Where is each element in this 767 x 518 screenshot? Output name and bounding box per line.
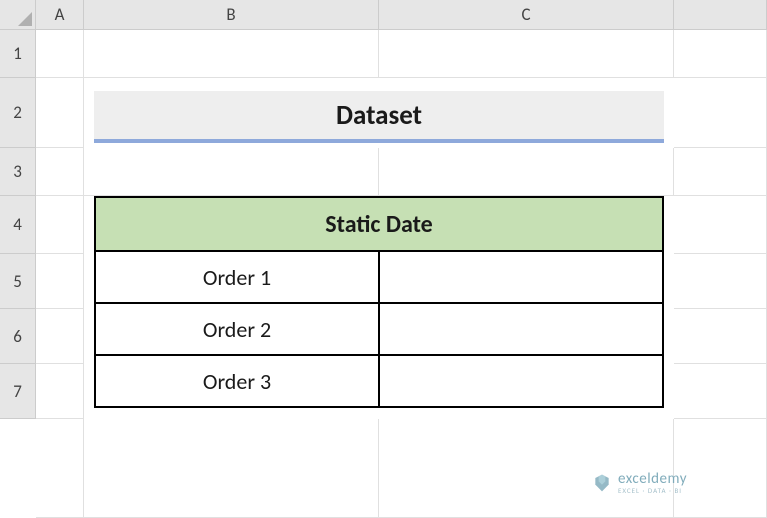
cell-D7[interactable] [674,364,767,419]
select-all-corner[interactable] [0,0,36,30]
cell-C5[interactable] [379,251,663,303]
col-header-extra[interactable] [674,0,767,30]
table-row: Order 2 [95,303,663,355]
cell-A3[interactable] [36,148,84,196]
cell-B7[interactable]: Order 3 [95,355,379,407]
cell-A6[interactable] [36,309,84,364]
cell-D2[interactable] [674,78,767,148]
watermark-name: exceldemy [618,472,687,487]
row-header-7[interactable]: 7 [0,364,36,419]
col-header-B[interactable]: B [84,0,379,30]
cell-B1[interactable] [84,30,379,78]
cell-C6[interactable] [379,303,663,355]
row-header-6[interactable]: 6 [0,309,36,364]
cell-D4[interactable] [674,196,767,254]
data-table: Static Date Order 1 Order 2 Order 3 [94,196,664,408]
cell-A8[interactable] [36,419,84,518]
cell-A7[interactable] [36,364,84,419]
row-header-3[interactable]: 3 [0,148,36,196]
col-header-A[interactable]: A [36,0,84,30]
table-header[interactable]: Static Date [95,197,663,251]
cell-B8[interactable] [84,419,379,518]
spreadsheet-grid: A B C 1 2 3 4 5 6 7 Dataset Static Date [0,0,767,518]
table-row: Order 3 [95,355,663,407]
cell-A5[interactable] [36,254,84,309]
cell-B3[interactable] [84,148,379,196]
row-header-2[interactable]: 2 [0,78,36,148]
cell-A1[interactable] [36,30,84,78]
cell-D6[interactable] [674,309,767,364]
cell-C8[interactable] [379,419,674,518]
logo-icon [592,473,612,493]
cell-B6[interactable]: Order 2 [95,303,379,355]
cell-C3[interactable] [379,148,674,196]
cell-B5[interactable]: Order 1 [95,251,379,303]
row-header-4[interactable]: 4 [0,196,36,254]
row-header-1[interactable]: 1 [0,30,36,78]
title-cell[interactable]: Dataset [84,78,674,148]
cell-A4[interactable] [36,196,84,254]
cell-C7[interactable] [379,355,663,407]
col-header-C[interactable]: C [379,0,674,30]
page-title: Dataset [94,91,664,143]
data-table-container: Static Date Order 1 Order 2 Order 3 [84,196,674,419]
cell-D8[interactable] [674,419,767,518]
watermark: exceldemy EXCEL · DATA · BI [592,472,687,494]
cell-D5[interactable] [674,254,767,309]
table-row: Order 1 [95,251,663,303]
row-header-5[interactable]: 5 [0,254,36,309]
watermark-text: exceldemy EXCEL · DATA · BI [618,472,687,494]
cell-D3[interactable] [674,148,767,196]
cell-A2[interactable] [36,78,84,148]
cell-D1[interactable] [674,30,767,78]
cell-C1[interactable] [379,30,674,78]
watermark-sub: EXCEL · DATA · BI [618,487,687,494]
